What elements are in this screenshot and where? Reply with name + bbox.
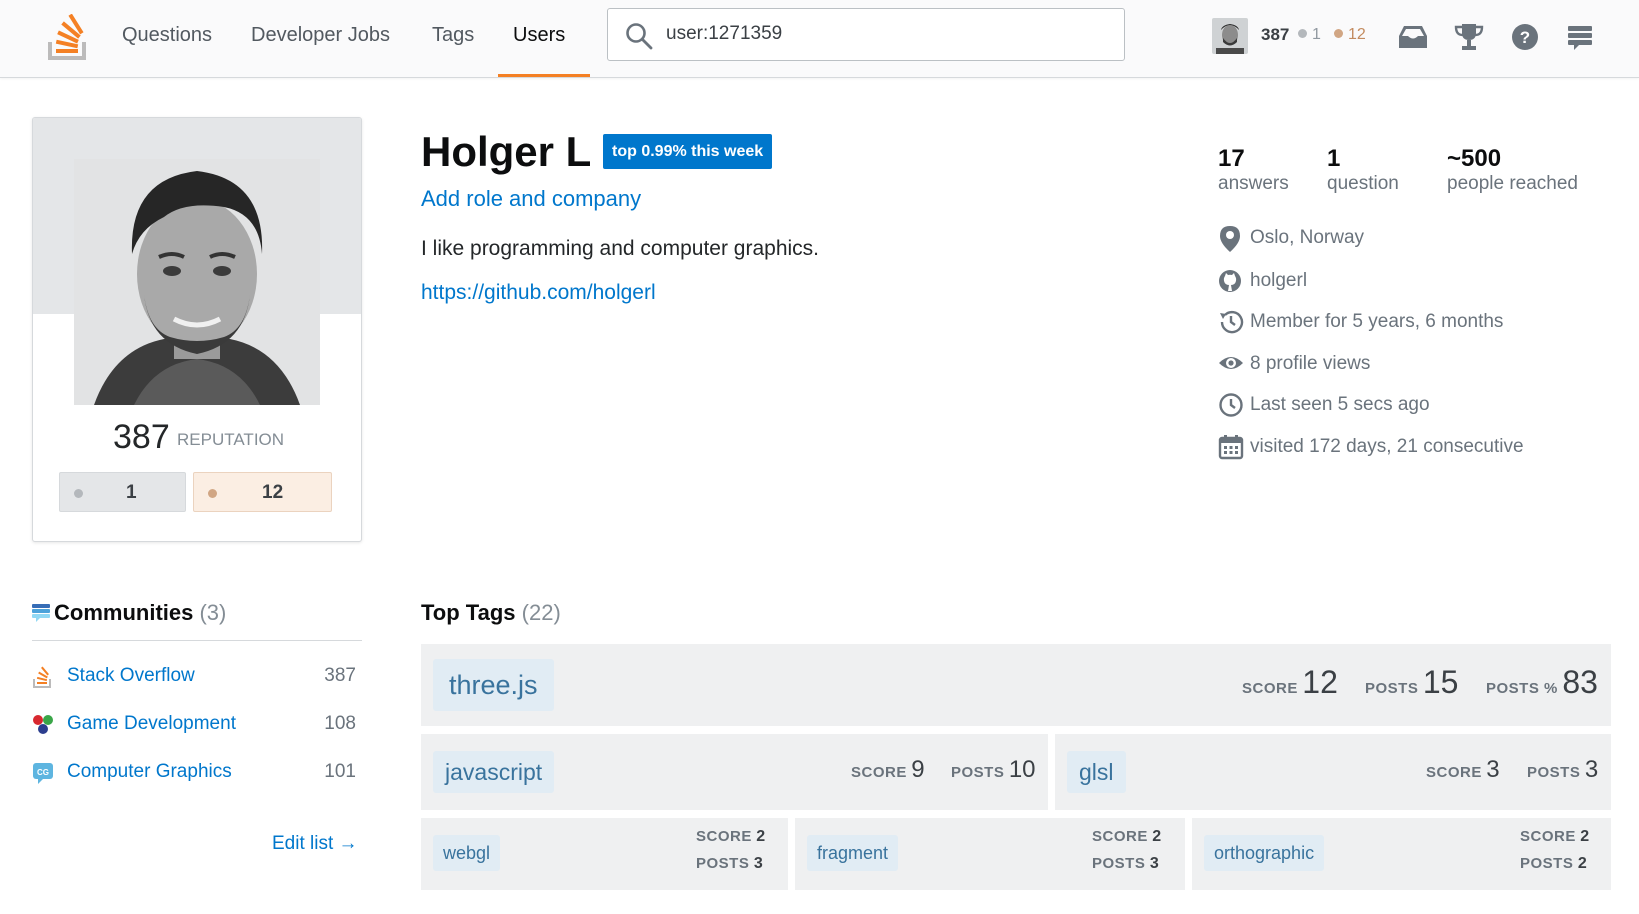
active-nav-indicator [498,74,590,77]
people-reached-label: people reached [1447,173,1578,194]
tag-posts: POSTS 3 [696,855,763,872]
tag-threejs[interactable]: three.js [433,659,554,711]
topbar-silver-badges: 1 [1298,26,1321,44]
top-percent-badge[interactable]: top 0.99% this week [603,134,773,169]
help-icon[interactable]: ? [1510,22,1540,52]
game-development-icon [33,715,53,734]
community-stack-overflow[interactable]: Stack Overflow 387 [32,662,362,692]
site-switcher-icon[interactable] [1566,22,1594,52]
community-computer-graphics[interactable]: CG Computer Graphics 101 [32,758,362,788]
tag-score: SCORE 3 [1426,756,1500,783]
clock-icon [1219,393,1243,417]
questions-count: 1 [1327,145,1341,172]
answers-label: answers [1218,173,1289,194]
stackexchange-icon [32,604,50,622]
tag-posts: POSTS 3 [1527,756,1599,783]
location-pin-icon [1220,226,1240,252]
people-reached-count: ~500 [1447,145,1502,172]
github-icon [1219,270,1241,292]
reputation-label: REPUTATION [177,430,285,449]
silver-badge-count[interactable]: 1 [59,472,186,512]
communities-heading: Communities (3) [32,600,226,626]
top-tag-card-fragment: fragment SCORE 2 POSTS 3 [795,818,1185,890]
tag-posts-percent: POSTS % 83 [1486,664,1598,700]
top-tag-card-webgl: webgl SCORE 2 POSTS 3 [421,818,788,890]
search-input[interactable]: user:1271359 [607,8,1125,61]
tag-javascript[interactable]: javascript [433,751,555,793]
tag-posts: POSTS 3 [1092,855,1159,872]
tag-posts: POSTS 2 [1520,855,1587,872]
user-avatar[interactable] [1212,18,1248,54]
stackoverflow-icon [33,666,51,688]
tag-score: SCORE 9 [851,756,925,783]
bronze-badge-count[interactable]: 12 [193,472,332,512]
tag-score: SCORE 2 [1520,828,1590,845]
nav-tags[interactable]: Tags [432,24,474,78]
top-tags-heading: Top Tags (22) [421,600,561,625]
nav-questions[interactable]: Questions [122,24,212,78]
community-game-development[interactable]: Game Development 108 [32,710,362,740]
inbox-icon[interactable] [1397,22,1429,52]
top-tag-card-threejs: three.js SCORE 12 POSTS 15 POSTS % 83 [421,644,1611,726]
top-bar: Questions Developer Jobs Tags Users user… [0,0,1639,78]
tag-orthographic[interactable]: orthographic [1204,835,1325,871]
tag-score: SCORE 12 [1242,664,1338,700]
nav-developer-jobs[interactable]: Developer Jobs [251,24,390,78]
website-link[interactable]: https://github.com/holgerl [421,281,656,305]
tag-glsl[interactable]: glsl [1067,751,1126,793]
search-icon [626,23,653,50]
edit-list-link[interactable]: Edit list → [272,833,358,855]
search-query: user:1271359 [666,23,783,44]
questions-label: question [1327,173,1399,194]
achievements-icon[interactable] [1454,22,1484,52]
topbar-bronze-badges: 12 [1334,26,1366,44]
profile-reputation: 387 [113,418,170,456]
tag-score: SCORE 2 [696,828,766,845]
topbar-reputation: 387 [1261,25,1290,44]
top-tag-card-orthographic: orthographic SCORE 2 POSTS 2 [1192,818,1611,890]
tag-posts: POSTS 10 [951,756,1036,783]
add-role-company-link[interactable]: Add role and company [421,186,641,212]
top-tag-card-glsl: glsl SCORE 3 POSTS 3 [1055,734,1611,810]
eye-icon [1219,357,1243,369]
profile-card: 387 REPUTATION 1 12 [32,117,362,542]
history-icon [1220,310,1244,334]
top-tag-card-javascript: javascript SCORE 9 POSTS 10 [421,734,1048,810]
profile-photo[interactable] [74,159,320,405]
tag-webgl[interactable]: webgl [433,835,501,871]
answers-count: 17 [1218,145,1245,172]
calendar-icon [1218,435,1244,460]
user-name: Holger L [421,128,592,175]
nav-users[interactable]: Users [513,24,565,78]
computer-graphics-icon: CG [33,763,53,784]
tag-score: SCORE 2 [1092,828,1162,845]
tag-fragment[interactable]: fragment [807,835,899,871]
svg-text:?: ? [1520,28,1530,47]
user-bio: I like programming and computer graphics… [421,237,820,260]
stackoverflow-logo-icon[interactable] [48,14,90,60]
svg-text:CG: CG [37,768,49,777]
tag-posts: POSTS 15 [1365,664,1459,700]
